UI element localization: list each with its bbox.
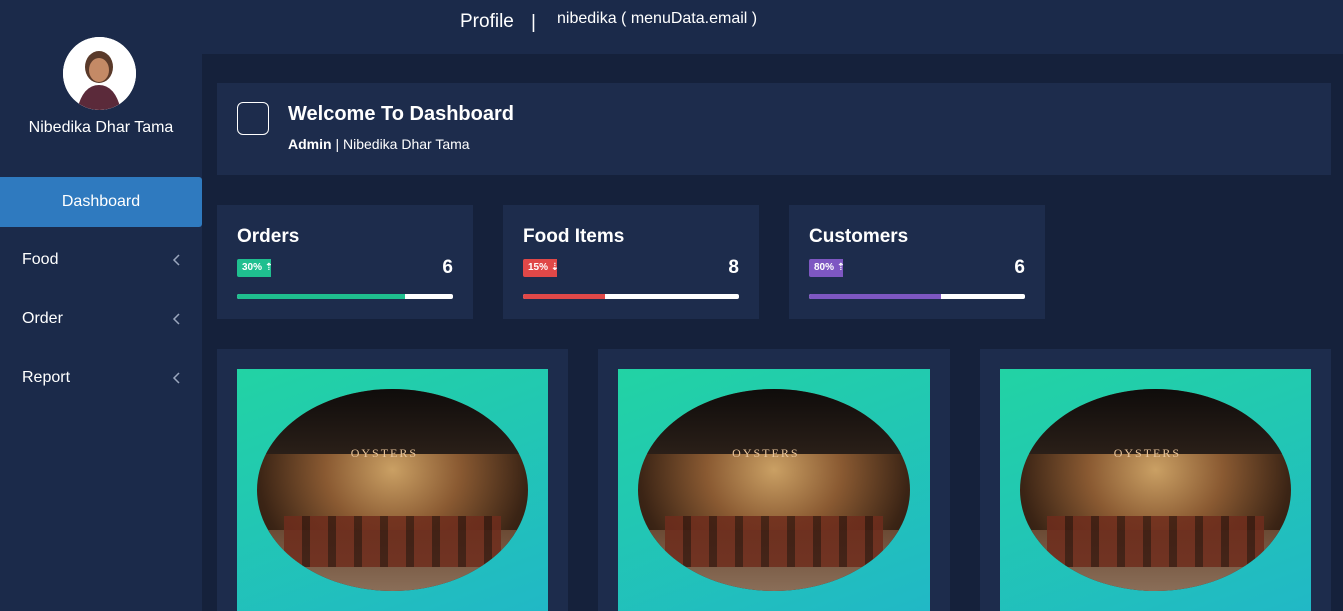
chevron-left-icon	[172, 372, 180, 384]
avatar[interactable]	[63, 37, 136, 110]
progress-bar	[523, 294, 739, 299]
stat-value: 6	[1014, 257, 1025, 278]
stat-value: 6	[442, 257, 453, 278]
user-email-text: nibedika ( menuData.email )	[557, 10, 758, 27]
stat-badge: 30% ⇡	[237, 259, 271, 277]
user-role: Admin	[288, 136, 332, 152]
image-card: OYSTERS	[598, 349, 950, 611]
sign-text: OYSTERS	[732, 445, 800, 460]
image-frame: OYSTERS	[237, 369, 548, 611]
image-frame: OYSTERS	[618, 369, 930, 611]
stat-card-customers: Customers 80% ⇡ 6	[789, 205, 1045, 319]
progress-fill	[809, 294, 941, 299]
sign-text: OYSTERS	[1113, 445, 1182, 460]
welcome-panel: Welcome To Dashboard Admin | Nibedika Dh…	[217, 83, 1331, 175]
subtitle-separator: |	[331, 136, 343, 152]
sidebar-item-order[interactable]: Order	[0, 294, 202, 344]
stat-badge: 15% ⇣	[523, 259, 557, 277]
welcome-subtitle: Admin | Nibedika Dhar Tama	[288, 136, 470, 152]
chevron-left-icon	[172, 313, 180, 325]
profile-link[interactable]: Profile	[460, 11, 514, 33]
progress-fill	[237, 294, 406, 299]
page-title: Welcome To Dashboard	[288, 103, 514, 125]
stat-title: Food Items	[523, 226, 625, 247]
stat-value: 8	[728, 257, 739, 278]
stat-card-food-items: Food Items 15% ⇣ 8	[503, 205, 759, 319]
welcome-user-name: Nibedika Dhar Tama	[342, 136, 470, 152]
sidebar-item-report[interactable]: Report	[0, 353, 202, 403]
header-separator: |	[531, 12, 536, 33]
user-name: Nibedika Dhar Tama	[28, 119, 174, 136]
sidebar-item-label: Report	[22, 369, 71, 386]
sidebar-item-food[interactable]: Food	[0, 235, 202, 285]
sign-text: OYSTERS	[350, 445, 419, 460]
sidebar-item-dashboard[interactable]: Dashboard	[0, 177, 202, 227]
progress-fill	[523, 294, 606, 299]
dashboard-icon	[237, 102, 269, 135]
image-frame: OYSTERS	[1000, 369, 1311, 611]
image-card: OYSTERS	[217, 349, 568, 611]
sidebar: Nibedika Dhar Tama Dashboard Food Order …	[0, 0, 202, 611]
stat-title: Orders	[237, 226, 300, 247]
stat-card-orders: Orders 30% ⇡ 6	[217, 205, 473, 319]
stat-title: Customers	[809, 226, 909, 247]
stat-badge: 80% ⇡	[809, 259, 843, 277]
image-card: OYSTERS	[980, 349, 1331, 611]
restaurant-image: OYSTERS	[257, 389, 528, 591]
progress-bar	[809, 294, 1025, 299]
progress-bar	[237, 294, 453, 299]
restaurant-image: OYSTERS	[1020, 389, 1291, 591]
restaurant-image: OYSTERS	[638, 389, 910, 591]
sidebar-item-label: Food	[22, 251, 59, 268]
sidebar-item-label: Dashboard	[61, 193, 141, 210]
chevron-left-icon	[172, 254, 180, 266]
sidebar-item-label: Order	[22, 310, 63, 327]
